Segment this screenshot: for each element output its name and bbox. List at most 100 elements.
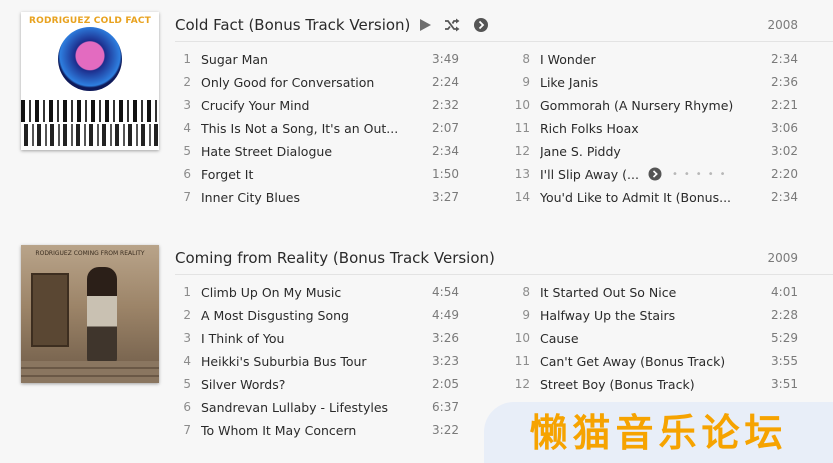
track-row[interactable]: 3 Crucify Your Mind 2:32	[175, 94, 475, 117]
track-options-icon[interactable]	[648, 167, 662, 181]
shuffle-icon[interactable]	[444, 17, 460, 33]
track-duration: 2:05	[432, 377, 459, 391]
track-row[interactable]: 14 You'd Like to Admit It (Bonus... 2:34	[514, 186, 814, 209]
track-duration: 2:20	[771, 167, 798, 181]
track-row[interactable]: 8 I Wonder 2:34	[514, 48, 814, 71]
track-row[interactable]: 3 I Think of You 3:26	[175, 327, 475, 350]
track-row[interactable]: 5 Silver Words? 2:05	[175, 373, 475, 396]
track-title: It Started Out So Nice	[540, 285, 677, 300]
track-title: You'd Like to Admit It (Bonus...	[540, 190, 732, 205]
track-list-left: 1 Sugar Man 3:49 2 Only Good for Conversati…	[175, 48, 475, 209]
track-number: 12	[514, 377, 530, 391]
track-duration: 2:34	[771, 52, 798, 66]
track-list-left: 1 Climb Up On My Music 4:54 2 A Most Disgus…	[175, 281, 475, 442]
track-title: Street Boy (Bonus Track)	[540, 377, 695, 392]
rating-dots[interactable]: •••••	[672, 163, 732, 186]
track-row[interactable]: 4 This Is Not a Song, It's an Out... 2:07	[175, 117, 475, 140]
track-row[interactable]: 12 Street Boy (Bonus Track) 3:51	[514, 373, 814, 396]
track-number: 2	[183, 308, 191, 322]
track-duration: 3:27	[432, 190, 459, 204]
track-number: 1	[183, 285, 191, 299]
track-duration: 3:26	[432, 331, 459, 345]
track-number: 4	[183, 354, 191, 368]
track-number: 10	[514, 331, 530, 345]
track-row[interactable]: 2 A Most Disgusting Song 4:49	[175, 304, 475, 327]
track-title: I'll Slip Away (...	[540, 167, 639, 182]
track-duration: 2:21	[771, 98, 798, 112]
track-row[interactable]: 2 Only Good for Conversation 2:24	[175, 71, 475, 94]
track-row[interactable]: 1 Sugar Man 3:49	[175, 48, 475, 71]
album-title[interactable]: Coming from Reality (Bonus Track Version…	[175, 248, 495, 268]
track-title: Inner City Blues	[201, 190, 300, 205]
track-number: 5	[183, 144, 191, 158]
play-icon[interactable]	[417, 17, 433, 33]
cover-art-door	[31, 273, 69, 347]
more-options-icon[interactable]	[473, 17, 489, 33]
track-row[interactable]: 11 Rich Folks Hoax 3:06	[514, 117, 814, 140]
track-row[interactable]: 7 Inner City Blues 3:27	[175, 186, 475, 209]
track-row[interactable]: 5 Hate Street Dialogue 2:34	[175, 140, 475, 163]
track-list-right: 8 It Started Out So Nice 4:01 9 Halfway Up …	[514, 281, 814, 396]
track-duration: 3:49	[432, 52, 459, 66]
track-number: 10	[514, 98, 530, 112]
track-row[interactable]: 12 Jane S. Piddy 3:02	[514, 140, 814, 163]
track-number: 9	[522, 75, 530, 89]
track-row-hovered[interactable]: 13 I'll Slip Away (... ••••• 2:20	[514, 163, 814, 186]
track-duration: 3:22	[432, 423, 459, 437]
track-title: Sugar Man	[201, 52, 268, 67]
forum-watermark: 懒猫音乐论坛	[484, 402, 833, 463]
track-row[interactable]: 10 Cause 5:29	[514, 327, 814, 350]
track-duration: 3:02	[771, 144, 798, 158]
album-year: 2009	[767, 251, 798, 265]
album-cover[interactable]: RODRIGUEZ COLD FACT	[21, 12, 159, 150]
track-number: 11	[514, 121, 530, 135]
track-title: Gommorah (A Nursery Rhyme)	[540, 98, 734, 113]
track-row[interactable]: 9 Halfway Up the Stairs 2:28	[514, 304, 814, 327]
track-row[interactable]: 6 Sandrevan Lullaby - Lifestyles 6:37	[175, 396, 475, 419]
divider	[175, 274, 833, 275]
track-title: Hate Street Dialogue	[201, 144, 333, 159]
track-number: 2	[183, 75, 191, 89]
track-title: Like Janis	[540, 75, 599, 90]
album-cover[interactable]: RODRIGUEZ COMING FROM REALITY	[21, 245, 159, 383]
track-duration: 2:34	[432, 144, 459, 158]
track-number: 4	[183, 121, 191, 135]
album-title[interactable]: Cold Fact (Bonus Track Version)	[175, 15, 410, 35]
track-duration: 4:49	[432, 308, 459, 322]
track-title: I Wonder	[540, 52, 596, 67]
track-number: 5	[183, 377, 191, 391]
track-row[interactable]: 4 Heikki's Suburbia Bus Tour 3:23	[175, 350, 475, 373]
track-duration: 2:32	[432, 98, 459, 112]
track-row[interactable]: 7 To Whom It May Concern 3:22	[175, 419, 475, 442]
cover-art-disc	[58, 27, 122, 91]
track-title: Climb Up On My Music	[201, 285, 342, 300]
cover-art-figure	[87, 267, 117, 363]
track-title: Can't Get Away (Bonus Track)	[540, 354, 726, 369]
track-title: Heikki's Suburbia Bus Tour	[201, 354, 367, 369]
track-number: 6	[183, 400, 191, 414]
track-row[interactable]: 1 Climb Up On My Music 4:54	[175, 281, 475, 304]
cover-art-steps	[21, 361, 159, 383]
track-title: This Is Not a Song, It's an Out...	[201, 121, 399, 136]
track-number: 12	[514, 144, 530, 158]
track-list-right: 8 I Wonder 2:34 9 Like Janis 2:36 10 Gommorah…	[514, 48, 814, 209]
track-title: Cause	[540, 331, 579, 346]
track-row[interactable]: 8 It Started Out So Nice 4:01	[514, 281, 814, 304]
track-row[interactable]: 9 Like Janis 2:36	[514, 71, 814, 94]
cover-art-strip	[21, 124, 159, 146]
album-year: 2008	[767, 18, 798, 32]
track-duration: 2:07	[432, 121, 459, 135]
track-title: Forget It	[201, 167, 254, 182]
track-row[interactable]: 6 Forget It 1:50	[175, 163, 475, 186]
track-title: Rich Folks Hoax	[540, 121, 639, 136]
track-number: 1	[183, 52, 191, 66]
track-title: Jane S. Piddy	[540, 144, 621, 159]
track-row[interactable]: 10 Gommorah (A Nursery Rhyme) 2:21	[514, 94, 814, 117]
track-row[interactable]: 11 Can't Get Away (Bonus Track) 3:55	[514, 350, 814, 373]
cover-art-strip	[21, 100, 159, 122]
track-duration: 1:50	[432, 167, 459, 181]
track-number: 6	[183, 167, 191, 181]
track-number: 8	[522, 285, 530, 299]
track-number: 7	[183, 190, 191, 204]
track-number: 11	[514, 354, 530, 368]
